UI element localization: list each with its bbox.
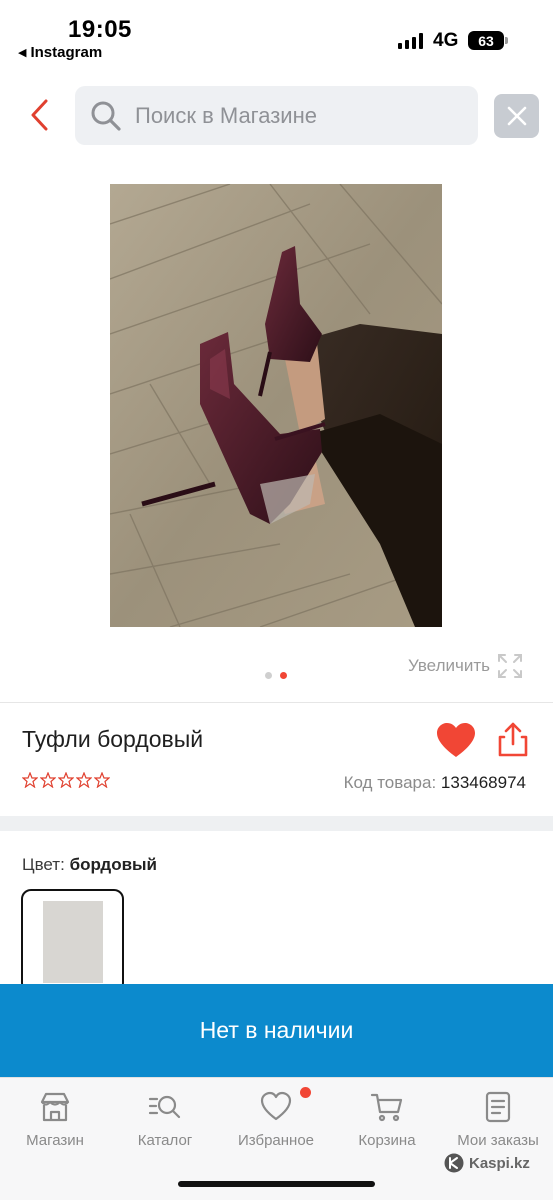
star-icon <box>58 772 74 788</box>
nav-item-store[interactable]: Магазин <box>0 1090 110 1149</box>
star-icon <box>22 772 38 788</box>
carousel-dots <box>265 672 287 679</box>
product-code-label: Код товара: <box>343 773 437 792</box>
nav-item-orders[interactable]: Мои заказы <box>443 1090 553 1149</box>
back-to-app-link[interactable]: ◀ Instagram <box>18 44 102 61</box>
color-value: бордовый <box>69 855 158 874</box>
color-swatch[interactable] <box>21 889 124 993</box>
out-of-stock-button[interactable]: Нет в наличии <box>0 984 553 1077</box>
nav-label: Магазин <box>26 1132 84 1149</box>
kaspi-watermark: Kaspi.kz <box>444 1153 530 1173</box>
battery-icon: 63 <box>468 31 508 50</box>
product-code: Код товара: 133468974 <box>344 773 526 793</box>
nav-label: Корзина <box>358 1132 416 1149</box>
search-icon <box>91 101 121 131</box>
product-title: Туфли бордовый <box>22 726 204 752</box>
back-app-label: Instagram <box>30 44 103 61</box>
nav-label: Каталог <box>137 1132 193 1149</box>
close-icon <box>507 106 526 126</box>
signal-icon <box>398 33 423 49</box>
carousel-dot[interactable] <box>265 672 272 679</box>
cart-icon <box>370 1093 403 1122</box>
zoom-label: Увеличить <box>408 656 490 675</box>
store-icon <box>40 1092 70 1122</box>
expand-icon <box>498 654 522 678</box>
nav-item-favorites[interactable]: Избранное <box>221 1090 331 1149</box>
battery-level: 63 <box>478 32 494 49</box>
nav-label: Мои заказы <box>457 1132 539 1149</box>
divider <box>0 702 553 703</box>
watermark-text: Kaspi.kz <box>469 1154 530 1172</box>
star-icon <box>76 772 92 788</box>
color-row: Цвет: бордовый <box>22 855 157 875</box>
nav-item-cart[interactable]: Корзина <box>332 1090 442 1149</box>
share-icon[interactable] <box>496 722 530 758</box>
product-code-value: 133468974 <box>440 773 526 792</box>
zoom-link[interactable]: Увеличить <box>408 652 524 680</box>
nav-item-catalog[interactable]: Каталог <box>110 1090 220 1149</box>
orders-icon <box>485 1091 511 1123</box>
section-separator <box>0 816 553 831</box>
swatch-thumbnail <box>43 901 103 983</box>
catalog-search-icon <box>148 1095 181 1119</box>
heart-icon[interactable] <box>436 722 476 760</box>
favorites-badge <box>300 1087 311 1098</box>
product-photo[interactable] <box>110 184 442 627</box>
heart-outline-icon <box>260 1091 292 1121</box>
status-time: 19:05 <box>68 16 132 43</box>
close-button[interactable] <box>494 94 539 138</box>
home-indicator[interactable] <box>178 1181 375 1187</box>
rating-stars[interactable] <box>22 772 110 788</box>
network-label: 4G <box>433 30 459 51</box>
carousel-dot-active[interactable] <box>280 672 287 679</box>
search-box[interactable] <box>75 86 478 145</box>
color-label: Цвет: <box>22 855 65 874</box>
back-triangle-icon: ◀ <box>18 47 27 59</box>
search-input[interactable] <box>135 102 455 129</box>
nav-label: Избранное <box>237 1132 315 1149</box>
kaspi-logo-icon <box>444 1153 464 1173</box>
star-icon <box>40 772 56 788</box>
chevron-left-icon[interactable] <box>28 98 52 132</box>
star-icon <box>94 772 110 788</box>
status-bar: 19:05 ◀ Instagram 4G 63 <box>0 0 553 70</box>
